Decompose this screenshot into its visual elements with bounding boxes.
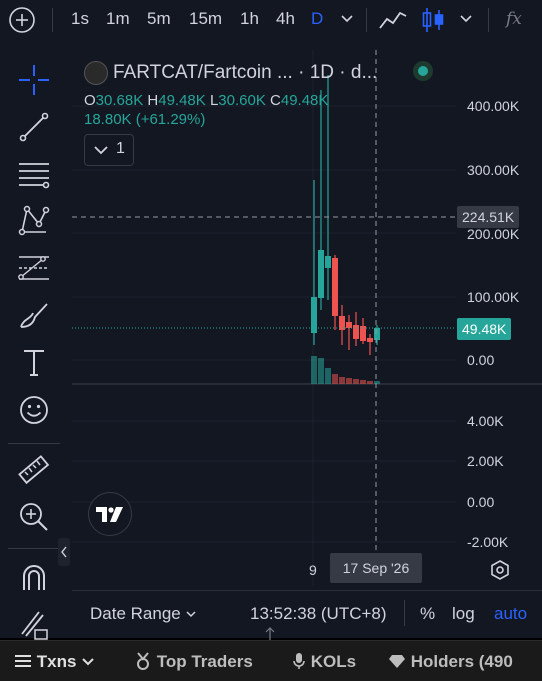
candles — [311, 75, 380, 355]
candle-body — [332, 258, 338, 316]
candle-body — [325, 256, 331, 268]
candle-body — [346, 322, 352, 328]
volume-axis-label: 0.00 — [467, 494, 495, 510]
date-range-label: Date Range — [90, 604, 181, 623]
tradingview-logo[interactable] — [88, 492, 132, 536]
log-scale-toggle[interactable]: log — [452, 604, 475, 624]
tab-top-traders[interactable]: Top Traders — [134, 652, 253, 672]
price-axis-label: 100.00K — [467, 289, 520, 305]
candle-body — [318, 250, 324, 298]
volume-axis-label: -2.00K — [467, 534, 509, 550]
chart-settings-icon[interactable] — [489, 559, 511, 581]
volume-bar — [346, 378, 352, 384]
candle-body — [374, 328, 380, 340]
date-range-button[interactable]: Date Range — [90, 604, 197, 624]
last-price-tag: 49.48K — [457, 318, 512, 340]
crosshair-price-tag: 224.51K — [457, 206, 520, 228]
microphone-icon — [293, 653, 305, 669]
volume-bar — [367, 381, 373, 384]
chevron-down-icon — [82, 658, 94, 666]
volume-bar — [332, 374, 338, 384]
volume-axis-label: 2.00K — [467, 453, 504, 469]
crosshair-date-tag: 17 Sep '26 — [330, 553, 422, 583]
price-axis-label: 200.00K — [467, 226, 520, 242]
chevron-down-icon — [94, 146, 108, 155]
percent-scale-toggle[interactable]: % — [420, 604, 435, 624]
tab-kols-label: KOLs — [310, 652, 357, 671]
medal-icon — [137, 652, 149, 670]
time-axis-tick: 9 — [309, 562, 317, 578]
open-label: O — [84, 92, 96, 109]
candle-body — [311, 297, 317, 333]
tab-holders-label: Holders (490 — [410, 652, 513, 671]
volume-axis-label: 4.00K — [467, 413, 504, 429]
high-label: H — [147, 92, 159, 109]
high-value: 49.48K — [158, 92, 206, 109]
tab-txns-label: Txns — [36, 652, 77, 671]
tab-holders[interactable]: Holders (490 — [388, 652, 513, 672]
volume-bar — [325, 368, 331, 384]
price-axis-label: 0.00 — [467, 352, 495, 368]
ohlc-values: O30.68K H49.48K L30.60K C49.48K — [84, 92, 328, 109]
auto-scale-toggle[interactable]: auto — [494, 604, 527, 624]
volume-bar — [339, 377, 345, 384]
menu-icon — [15, 655, 31, 667]
price-axis-label: 400.00K — [467, 98, 520, 114]
symbol-title[interactable]: FARTCAT/Fartcoin ... · 1D · d... — [113, 62, 377, 84]
indicator-count: 1 — [116, 140, 125, 157]
tradingview-logo-icon — [96, 507, 123, 522]
tab-txns[interactable]: Txns — [14, 652, 95, 672]
candle-body — [353, 325, 359, 339]
chevron-down-icon — [186, 611, 196, 618]
volume-bar — [311, 356, 317, 384]
market-status-icon[interactable] — [413, 61, 433, 81]
diamond-icon — [389, 655, 405, 668]
volume-bar — [360, 380, 366, 384]
tab-kols[interactable]: KOLs — [292, 652, 356, 672]
symbol-logo — [84, 61, 108, 85]
volume-bar — [318, 358, 324, 384]
close-label: C — [270, 92, 281, 109]
candle-body — [367, 338, 373, 342]
low-value: 30.60K — [218, 92, 266, 109]
tab-top-traders-label: Top Traders — [156, 652, 253, 671]
indicators-toggle-button[interactable]: 1 — [84, 134, 134, 166]
price-change: 18.80K (+61.29%) — [84, 111, 206, 128]
price-axis-label: 300.00K — [467, 162, 520, 178]
clock-timezone[interactable]: 13:52:38 (UTC+8) — [250, 604, 387, 624]
volume-bar — [353, 379, 359, 384]
close-value: 49.48K — [280, 92, 329, 109]
volume-bar — [374, 381, 380, 384]
bottom-divider — [404, 600, 405, 626]
open-value: 30.68K — [95, 92, 144, 109]
